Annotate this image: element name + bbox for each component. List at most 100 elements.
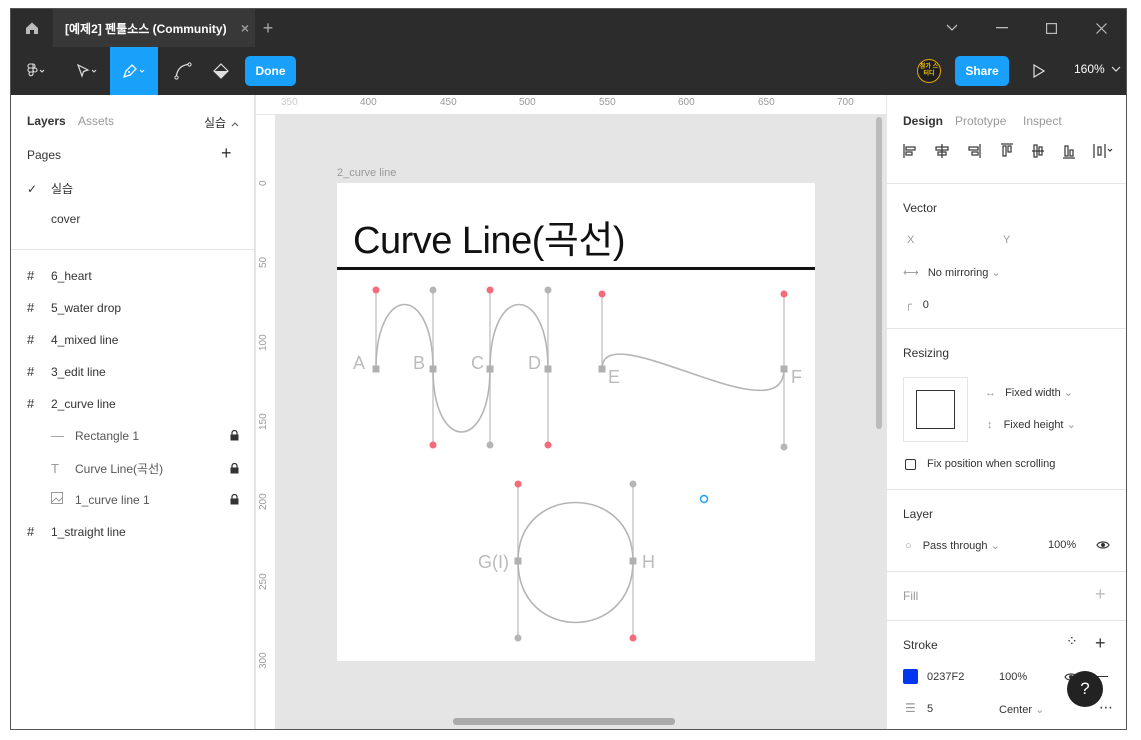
- layer-5-water-drop[interactable]: #5_water drop: [27, 300, 239, 315]
- frame-icon: #: [27, 300, 35, 315]
- pen-tool-button[interactable]: [110, 47, 158, 95]
- page-item-label: cover: [51, 212, 81, 226]
- stroke-weight[interactable]: 5: [927, 703, 933, 715]
- home-button[interactable]: [11, 9, 53, 47]
- ruler-tick: 550: [599, 97, 616, 108]
- align-vertical-center-icon: [1032, 144, 1044, 158]
- layer-3-edit-line[interactable]: #3_edit line: [27, 364, 239, 379]
- align-left-icon: [903, 144, 916, 158]
- add-fill-button[interactable]: +: [1095, 584, 1106, 605]
- layer-1-curve-line-1[interactable]: 1_curve line 1: [51, 492, 239, 507]
- avatar[interactable]: 참가 스터디: [917, 59, 941, 83]
- checkbox-icon[interactable]: [905, 458, 916, 470]
- share-button[interactable]: Share: [955, 56, 1009, 86]
- maximize-button[interactable]: [1028, 9, 1074, 47]
- constraints-widget[interactable]: [903, 377, 968, 442]
- stroke-color-hex[interactable]: 0237F2: [927, 671, 964, 683]
- main-menu-button[interactable]: [11, 47, 61, 95]
- frame-icon: #: [27, 332, 35, 347]
- lock-icon[interactable]: [230, 463, 239, 474]
- stroke-align-dropdown[interactable]: Center ⌄: [999, 703, 1044, 716]
- align-right-icon: [968, 144, 981, 158]
- present-button[interactable]: [1027, 59, 1051, 83]
- tab-design[interactable]: Design: [903, 114, 943, 128]
- background-app-strip: [0, 0, 1141, 8]
- corner-radius-value: 0: [922, 299, 929, 311]
- page-item-실습[interactable]: ✓ 실습: [27, 180, 73, 197]
- layer-label: 6_heart: [51, 268, 92, 283]
- more-options-icon[interactable]: ⋯: [1099, 699, 1113, 716]
- bend-tool-button[interactable]: [165, 47, 201, 95]
- maximize-icon: [1045, 22, 1057, 34]
- horizontal-scrollbar[interactable]: [453, 718, 675, 725]
- stroke-style-icon[interactable]: ⁘: [1066, 633, 1078, 650]
- page-selector[interactable]: 실습: [204, 114, 239, 131]
- layer-curve-line-text[interactable]: T Curve Line(곡선): [51, 460, 239, 477]
- cursor-icon: [76, 63, 97, 78]
- point-label: G(I): [478, 552, 509, 572]
- paint-bucket-button[interactable]: [203, 47, 239, 95]
- tab-layers[interactable]: Layers: [27, 114, 66, 128]
- chevron-down-icon[interactable]: [929, 9, 975, 47]
- layer-6-heart[interactable]: #6_heart: [27, 268, 239, 283]
- ruler-tick: 100: [258, 334, 269, 351]
- layer-label: Rectangle 1: [75, 428, 140, 443]
- layer-opacity-field[interactable]: 100%: [1048, 539, 1076, 551]
- vertical-scrollbar[interactable]: [876, 117, 882, 429]
- eye-icon[interactable]: [1096, 540, 1110, 550]
- add-stroke-button[interactable]: +: [1095, 633, 1106, 654]
- minimize-button[interactable]: [979, 9, 1025, 47]
- image-icon: [51, 492, 75, 507]
- layer-label: Curve Line(곡선): [75, 462, 164, 476]
- stroke-heading: Stroke: [903, 638, 938, 652]
- file-tab[interactable]: [예제2] 펜툴소스 (Community) ×: [53, 9, 255, 47]
- layer-2-curve-line[interactable]: #2_curve line: [27, 396, 239, 411]
- corner-radius-field[interactable]: ╭ 0: [905, 298, 929, 311]
- stroke-color-swatch[interactable]: [903, 669, 918, 684]
- ruler-tick: 500: [519, 97, 536, 108]
- new-tab-button[interactable]: +: [255, 9, 281, 47]
- zoom-value: 160%: [1074, 62, 1105, 76]
- canvas[interactable]: 350 400 450 500 550 600 650 700 0 50 100…: [256, 95, 886, 729]
- mirroring-dropdown[interactable]: ⟷ No mirroring ⌄: [903, 266, 1001, 279]
- blend-mode-dropdown[interactable]: ○ Pass through ⌄: [905, 539, 1000, 552]
- stroke-weight-icon: ☰: [905, 701, 916, 715]
- page-item-cover[interactable]: cover: [27, 212, 80, 226]
- layer-rectangle-1[interactable]: — Rectangle 1: [51, 428, 239, 443]
- zoom-dropdown[interactable]: 160%: [1074, 62, 1121, 76]
- tab-inspect[interactable]: Inspect: [1023, 114, 1062, 128]
- width-constraint-dropdown[interactable]: ↔ Fixed width ⌄: [985, 386, 1073, 399]
- fill-section: Fill +: [887, 571, 1126, 620]
- point-label: H: [642, 552, 655, 572]
- chevron-down-icon: ⌄: [1066, 419, 1076, 431]
- frame-label[interactable]: 2_curve line: [337, 167, 396, 179]
- fill-heading: Fill: [903, 589, 919, 603]
- width-mode: Fixed width: [1005, 387, 1061, 399]
- curve-drawing[interactable]: [337, 183, 815, 661]
- frame-icon: #: [27, 396, 35, 411]
- alignment-row[interactable]: [903, 143, 1123, 159]
- lock-icon[interactable]: [230, 494, 239, 505]
- vector-section: Vector X Y ⟷ No mirroring ⌄ ╭ 0: [887, 183, 1126, 328]
- play-icon: [1033, 64, 1045, 78]
- layer-1-straight-line[interactable]: #1_straight line: [27, 524, 239, 539]
- frame-2-curve-line[interactable]: Curve Line(곡선) A B C D E F G(I) H: [337, 183, 815, 661]
- x-field[interactable]: X: [907, 234, 914, 246]
- close-window-button[interactable]: [1078, 9, 1124, 47]
- y-field[interactable]: Y: [1003, 234, 1010, 246]
- help-button[interactable]: ?: [1067, 671, 1103, 707]
- checkmark-icon: ✓: [27, 182, 38, 196]
- close-tab-icon[interactable]: ×: [241, 20, 249, 36]
- fix-position-checkbox[interactable]: Fix position when scrolling: [905, 458, 1055, 470]
- move-tool-button[interactable]: [63, 47, 111, 95]
- ruler-tick: 600: [678, 97, 695, 108]
- add-page-button[interactable]: +: [221, 143, 232, 164]
- lock-icon[interactable]: [230, 430, 239, 441]
- done-button[interactable]: Done: [245, 56, 296, 86]
- height-constraint-dropdown[interactable]: ↕ Fixed height ⌄: [987, 418, 1076, 431]
- layer-4-mixed-line[interactable]: #4_mixed line: [27, 332, 239, 347]
- tab-prototype[interactable]: Prototype: [955, 114, 1006, 128]
- stroke-opacity[interactable]: 100%: [999, 671, 1027, 683]
- tab-assets[interactable]: Assets: [78, 114, 114, 128]
- layer-label: 1_straight line: [51, 524, 126, 539]
